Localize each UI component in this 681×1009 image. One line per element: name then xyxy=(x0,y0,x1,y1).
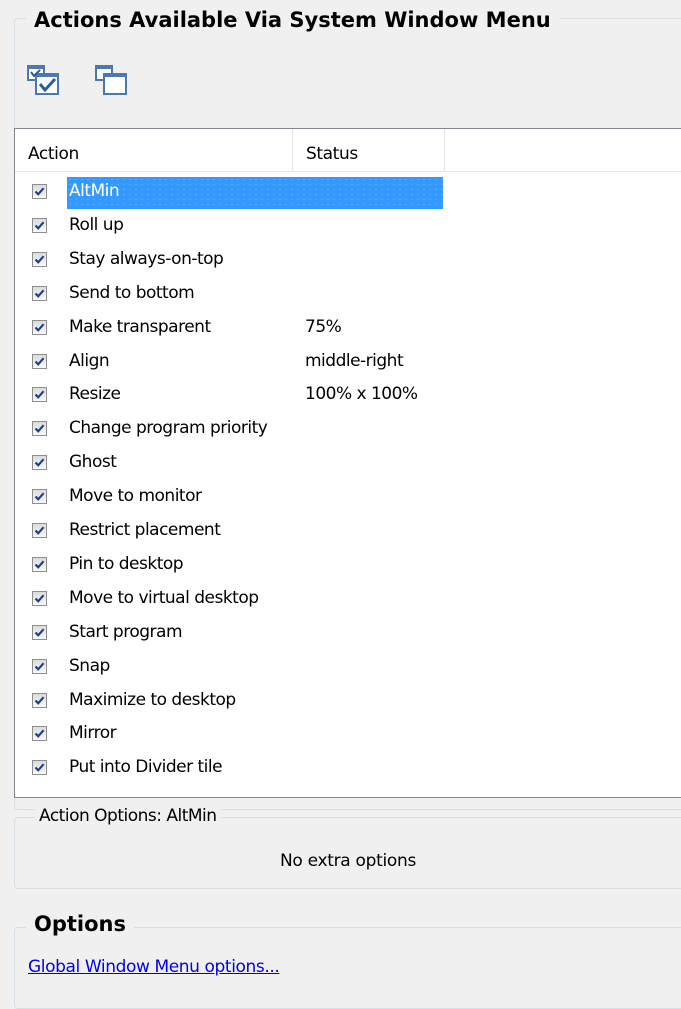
list-item[interactable]: Resize 100% x 100% xyxy=(15,380,681,412)
checkmark-icon xyxy=(34,356,45,366)
row-action-label: Roll up xyxy=(69,214,124,235)
row-action-label: Put into Divider tile xyxy=(69,757,223,778)
checkmark-icon xyxy=(34,560,45,569)
row-action-label: Send to bottom xyxy=(69,282,195,303)
actions-group-title: Actions Available Via System Window Menu xyxy=(26,6,559,36)
list-item[interactable]: Put into Divider tile xyxy=(15,753,681,785)
row-action-label: Stay always-on-top xyxy=(69,248,224,269)
checkmark-icon xyxy=(34,458,45,468)
list-item[interactable]: Pin to desktop xyxy=(15,550,681,582)
checkmark-icon xyxy=(34,187,45,196)
uncheck-all-button[interactable] xyxy=(92,62,132,102)
checkmark-icon xyxy=(34,594,45,603)
list-item[interactable]: Make transparent 75% xyxy=(15,313,681,345)
row-checkbox[interactable] xyxy=(32,523,47,538)
row-action-label: Restrict placement xyxy=(69,520,221,540)
row-checkbox[interactable] xyxy=(32,692,47,708)
row-checkbox[interactable] xyxy=(32,421,47,437)
list-item[interactable]: Move to virtual desktop xyxy=(15,584,681,616)
checkmark-icon xyxy=(34,662,45,671)
checkmark-icon xyxy=(34,628,45,637)
toolbar xyxy=(24,62,132,106)
global-window-menu-options-link[interactable]: Global Window Menu options... xyxy=(28,957,280,977)
row-checkbox[interactable] xyxy=(32,353,47,369)
row-checkbox[interactable] xyxy=(32,760,47,776)
list-item[interactable]: Align middle-right xyxy=(15,347,681,379)
action-options-group: Action Options: AltMin No extra options xyxy=(14,806,681,889)
checkmark-icon xyxy=(34,390,45,400)
row-checkbox[interactable] xyxy=(32,726,47,742)
row-action-label: Change program priority xyxy=(69,418,268,439)
column-header-action[interactable]: Action xyxy=(15,129,293,171)
action-options-text: No extra options xyxy=(279,851,417,871)
checkmark-icon xyxy=(34,492,45,502)
list-item[interactable]: Send to bottom xyxy=(15,279,681,311)
list-item[interactable]: Mirror xyxy=(15,719,681,751)
row-status-label: 75% xyxy=(305,316,342,337)
row-action-label: Move to monitor xyxy=(69,486,202,507)
row-action-label: Pin to desktop xyxy=(69,553,184,574)
uncheck-all-windows-icon xyxy=(95,65,127,95)
row-checkbox[interactable] xyxy=(32,590,47,606)
list-item[interactable]: Roll up xyxy=(15,211,681,243)
listview-header: Action Status xyxy=(15,129,681,172)
checkmark-icon xyxy=(34,221,45,230)
row-checkbox[interactable] xyxy=(32,285,47,301)
row-checkbox[interactable] xyxy=(32,489,47,505)
row-action-label: Ghost xyxy=(69,452,117,473)
row-checkbox[interactable] xyxy=(32,217,47,233)
list-item[interactable]: Ghost xyxy=(15,448,681,480)
list-item[interactable]: Move to monitor xyxy=(15,482,681,514)
row-action-label: AltMin xyxy=(67,177,443,209)
page-title: Actions Available Via System Window Menu xyxy=(34,8,551,32)
list-item[interactable]: Maximize to desktop xyxy=(15,686,681,718)
row-action-label: Start program xyxy=(69,621,183,642)
options-title: Options xyxy=(34,912,126,936)
list-item[interactable]: Change program priority xyxy=(15,414,681,446)
checkmark-icon xyxy=(34,729,45,739)
row-action-label: Make transparent xyxy=(69,316,211,337)
list-item[interactable]: Start program xyxy=(15,618,681,650)
row-checkbox[interactable] xyxy=(32,387,47,403)
check-all-windows-icon xyxy=(27,65,59,95)
checkmark-icon xyxy=(34,695,45,705)
action-options-legend: Action Options: AltMin xyxy=(35,806,221,826)
checkmark-icon xyxy=(34,289,45,298)
list-item[interactable]: AltMin xyxy=(15,177,681,209)
actions-listview[interactable]: Action Status AltMin Roll up Stay always-o… xyxy=(14,128,681,798)
row-action-label: Mirror xyxy=(69,723,117,744)
row-checkbox[interactable] xyxy=(32,251,47,267)
row-status-label: 100% x 100% xyxy=(305,384,418,405)
row-action-label: Move to virtual desktop xyxy=(69,587,259,608)
checkmark-icon xyxy=(34,323,45,332)
row-checkbox[interactable] xyxy=(32,184,47,199)
row-checkbox[interactable] xyxy=(32,455,47,471)
list-item[interactable]: Stay always-on-top xyxy=(15,245,681,277)
row-action-label: Align xyxy=(69,350,110,371)
column-header-status[interactable]: Status xyxy=(293,129,445,171)
row-checkbox[interactable] xyxy=(32,556,47,572)
checkmark-icon xyxy=(34,424,45,434)
row-checkbox[interactable] xyxy=(32,658,47,674)
row-checkbox[interactable] xyxy=(32,624,47,640)
row-action-label: Maximize to desktop xyxy=(69,689,236,710)
options-group-title: Options xyxy=(26,910,134,940)
list-item[interactable]: Snap xyxy=(15,652,681,684)
list-item[interactable]: Restrict placement xyxy=(15,516,681,548)
row-action-label: Resize xyxy=(69,384,121,405)
row-status-label: middle-right xyxy=(305,350,404,371)
row-checkbox[interactable] xyxy=(32,319,47,335)
checkmark-icon xyxy=(34,763,45,773)
checkmark-icon xyxy=(34,526,45,535)
row-action-label: Snap xyxy=(69,655,110,676)
checkmark-icon xyxy=(34,255,45,264)
check-all-button[interactable] xyxy=(24,62,64,102)
